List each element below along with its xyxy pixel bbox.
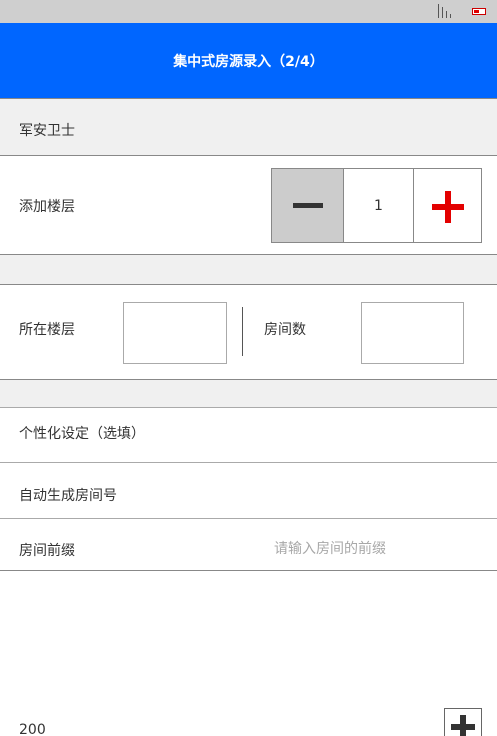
floor-label: 所在楼层: [19, 322, 75, 338]
room-prefix-row: 房间前缀 请输入房间的前缀: [0, 519, 497, 570]
add-floor-label: 添加楼层: [19, 199, 75, 215]
room-prefix-input[interactable]: 请输入房间的前缀: [274, 538, 386, 558]
add-button[interactable]: [444, 708, 482, 736]
decrement-button[interactable]: [272, 169, 344, 242]
room-prefix-label: 房间前缀: [19, 543, 75, 559]
section-spacer: [0, 380, 497, 407]
section-spacer: [0, 255, 497, 284]
increment-button[interactable]: [414, 169, 481, 242]
divider: [0, 570, 497, 571]
vertical-divider: [242, 307, 243, 356]
floor-stepper: 1: [271, 168, 482, 243]
floor-input[interactable]: [123, 302, 227, 364]
rooms-input[interactable]: [361, 302, 464, 364]
rooms-label: 房间数: [264, 322, 306, 338]
building-name: 军安卫士: [19, 123, 75, 139]
auto-generate-row[interactable]: 自动生成房间号: [0, 463, 497, 518]
battery-icon: [472, 8, 486, 15]
header-bar: 集中式房源录入（2/4）: [0, 23, 497, 98]
auto-generate-label: 自动生成房间号: [19, 488, 117, 504]
floor-count-value[interactable]: 1: [344, 169, 414, 242]
signal-icon: [438, 4, 454, 18]
bottom-number: 200: [19, 722, 46, 736]
status-bar: [0, 0, 497, 23]
custom-settings-heading: 个性化设定（选填）: [19, 426, 145, 442]
building-name-row: 军安卫士: [0, 99, 497, 155]
minus-icon: [292, 203, 323, 208]
custom-settings-row: 个性化设定（选填）: [0, 408, 497, 462]
page-title: 集中式房源录入（2/4）: [173, 53, 324, 70]
